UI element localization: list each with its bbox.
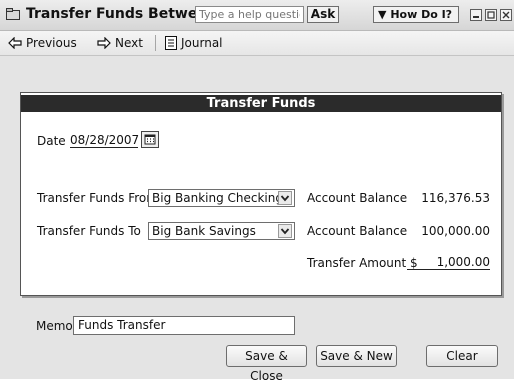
transfer-from-value: Big Banking Checking [152, 191, 283, 205]
transfer-to-select[interactable]: Big Bank Savings [148, 222, 295, 240]
memo-label: Memo [36, 319, 73, 333]
close-button[interactable] [500, 9, 512, 21]
calendar-button[interactable] [141, 131, 159, 148]
transfer-amount-field[interactable]: 1,000.00 [407, 255, 490, 270]
journal-icon [165, 36, 177, 50]
transfer-from-select[interactable]: Big Banking Checking [148, 189, 295, 207]
transfer-funds-panel: Transfer Funds Date 08/28/2007 Transfer … [20, 92, 502, 296]
how-do-i-label: How Do I? [390, 8, 453, 21]
date-label: Date [37, 134, 66, 148]
previous-button[interactable]: Previous [8, 35, 77, 51]
chevron-down-icon [280, 195, 290, 202]
from-balance-value: 116,376.53 [421, 191, 490, 205]
transfer-to-dropdown[interactable] [278, 224, 292, 238]
journal-button[interactable]: Journal [165, 35, 223, 51]
save-new-button[interactable]: Save & New [316, 345, 397, 367]
next-label: Next [115, 36, 143, 50]
save-close-button[interactable]: Save & Close [226, 345, 307, 383]
minimize-button[interactable] [470, 9, 482, 21]
help-question-input[interactable] [195, 6, 304, 23]
ask-button[interactable]: Ask [307, 6, 339, 23]
transfer-from-dropdown[interactable] [278, 191, 292, 205]
from-balance-label: Account Balance [307, 191, 408, 205]
toolbar-separator [155, 35, 156, 51]
memo-field[interactable]: Funds Transfer [73, 316, 295, 335]
close-icon [502, 11, 510, 19]
transfer-amount-label: Transfer Amount $ [307, 256, 418, 270]
chevron-down-icon [280, 228, 290, 235]
minimize-icon [473, 16, 479, 18]
window-icon [6, 8, 20, 20]
window-title: Transfer Funds Between Accounts [26, 6, 199, 22]
how-do-i-button[interactable]: ▼ How Do I? [373, 6, 459, 23]
transfer-to-label: Transfer Funds To [37, 224, 141, 238]
title-bar: Transfer Funds Between Accounts Ask ▼ Ho… [0, 0, 514, 31]
dropdown-arrow-icon: ▼ [378, 8, 387, 21]
transfer-funds-window: Transfer Funds Between Accounts Ask ▼ Ho… [0, 0, 514, 383]
journal-label: Journal [181, 36, 223, 50]
panel-title: Transfer Funds [21, 95, 501, 112]
to-balance-label: Account Balance [307, 224, 408, 238]
clear-button[interactable]: Clear [426, 345, 498, 367]
transfer-from-label: Transfer Funds From [37, 191, 158, 205]
restore-icon [487, 11, 495, 19]
toolbar: Previous Next Journal [0, 31, 514, 56]
previous-label: Previous [26, 36, 77, 50]
calendar-icon [144, 134, 156, 145]
previous-icon [8, 37, 22, 49]
restore-button[interactable] [485, 9, 497, 21]
date-field[interactable]: 08/28/2007 [70, 133, 139, 148]
next-button[interactable]: Next [97, 35, 143, 51]
to-balance-value: 100,000.00 [421, 224, 490, 238]
next-icon [97, 37, 111, 49]
transfer-to-value: Big Bank Savings [152, 224, 256, 238]
